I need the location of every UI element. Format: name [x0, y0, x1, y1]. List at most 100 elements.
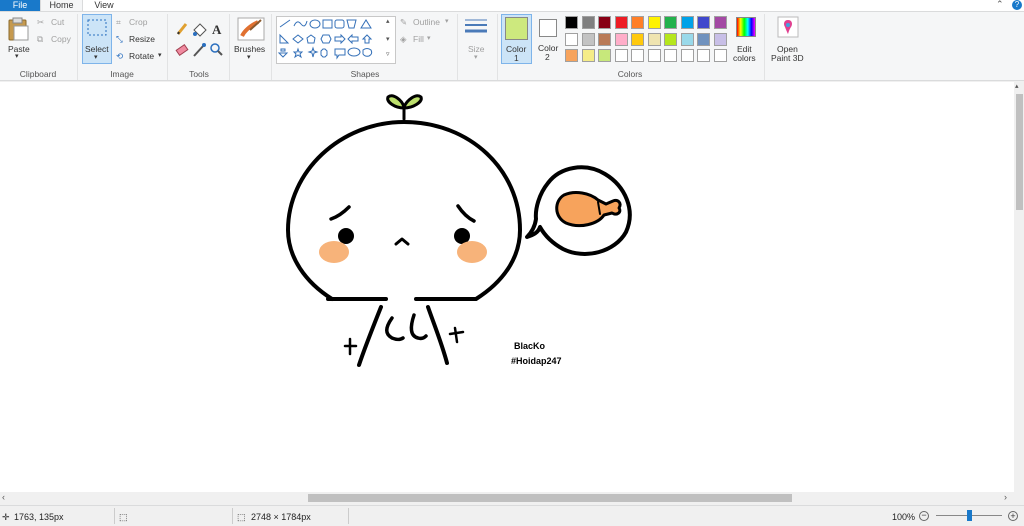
- scroll-up-icon[interactable]: ▴: [1015, 82, 1019, 90]
- palette-swatch[interactable]: [581, 49, 595, 62]
- divider: [271, 14, 272, 80]
- rotate-dropdown-icon[interactable]: ▾: [158, 51, 162, 59]
- size-button[interactable]: Size ▾: [462, 16, 492, 64]
- paste-button[interactable]: Paste ▾: [6, 16, 30, 61]
- clipboard-group-label: Clipboard: [19, 69, 57, 79]
- palette-swatch[interactable]: [614, 16, 628, 29]
- palette-swatch[interactable]: [664, 49, 677, 62]
- color2-button[interactable]: Color 2: [534, 14, 564, 64]
- palette-swatch[interactable]: [713, 49, 727, 62]
- tab-home[interactable]: Home: [40, 0, 83, 11]
- divider: [497, 14, 498, 80]
- divider: [114, 508, 115, 524]
- left-arm: [385, 316, 405, 342]
- zoom-slider-thumb[interactable]: [967, 510, 972, 521]
- shapes-icons: [277, 19, 373, 60]
- open-paint3d-button[interactable]: Open Paint 3D: [768, 16, 808, 64]
- palette-swatch[interactable]: [697, 32, 710, 46]
- scroll-left-icon[interactable]: ‹: [2, 492, 5, 502]
- palette-swatch[interactable]: [598, 16, 611, 29]
- status-bar: ✛ 1763, 135px ⬚ ⬚ 2748 × 1784px 100% − +: [0, 505, 1024, 526]
- size-dropdown-icon: ▾: [474, 54, 478, 61]
- palette-swatch[interactable]: [581, 16, 595, 29]
- palette-swatch[interactable]: [565, 49, 578, 62]
- palette-swatch[interactable]: [631, 32, 644, 46]
- zoom-out-icon[interactable]: −: [919, 511, 929, 521]
- copy-label: Copy: [51, 34, 71, 44]
- brush-icon: [237, 17, 265, 41]
- brushes-button[interactable]: Brushes ▾: [234, 16, 268, 64]
- palette-swatch[interactable]: [664, 16, 677, 29]
- resize-label: Resize: [129, 34, 155, 44]
- palette-swatch[interactable]: [647, 32, 661, 46]
- vertical-scrollbar[interactable]: ▴: [1014, 82, 1024, 492]
- cursor-position-icon: ✛: [2, 512, 10, 522]
- horizontal-scrollbar[interactable]: ‹ ›: [0, 492, 1014, 504]
- rotate-label: Rotate: [129, 51, 155, 61]
- palette-swatch[interactable]: [598, 32, 611, 46]
- palette-swatch[interactable]: [631, 49, 644, 62]
- palette-swatch[interactable]: [565, 16, 578, 29]
- palette-swatch[interactable]: [647, 49, 661, 62]
- palette-swatch[interactable]: [631, 16, 644, 29]
- tab-view[interactable]: View: [84, 0, 124, 11]
- paste-icon: [8, 17, 29, 41]
- shapes-scroll-down-icon[interactable]: ▾: [386, 35, 390, 43]
- fill-bucket-icon[interactable]: [193, 23, 207, 37]
- palette-swatch[interactable]: [664, 32, 677, 46]
- text-tool-icon[interactable]: A: [212, 22, 222, 37]
- shapes-scroll-up-icon[interactable]: ▴: [386, 17, 390, 25]
- horizontal-scroll-thumb[interactable]: [308, 494, 792, 502]
- palette-swatch[interactable]: [680, 32, 694, 46]
- brushes-dropdown-icon[interactable]: ▾: [247, 53, 251, 61]
- palette-swatch[interactable]: [647, 16, 661, 29]
- divider: [348, 508, 349, 524]
- select-button[interactable]: Select ▾: [82, 14, 112, 64]
- eraser-icon[interactable]: [175, 43, 189, 57]
- shapes-more-icon[interactable]: ▿: [386, 50, 390, 58]
- zoom-level: 100%: [892, 512, 916, 522]
- palette-swatch[interactable]: [565, 32, 578, 46]
- cut-label: Cut: [51, 17, 65, 27]
- color-picker-icon[interactable]: [193, 43, 206, 57]
- paste-dropdown-icon[interactable]: ▾: [15, 52, 19, 60]
- right-cheek: [457, 241, 487, 263]
- palette-swatch[interactable]: [614, 49, 628, 62]
- zoom-in-icon[interactable]: +: [1008, 511, 1018, 521]
- paint3d-line2: Paint 3D: [771, 53, 804, 63]
- divider: [232, 508, 233, 524]
- paint3d-icon: [777, 16, 799, 38]
- drawing-canvas[interactable]: BlacKo #Hoidap247: [0, 82, 1014, 492]
- color2-number: 2: [545, 52, 550, 62]
- divider: [77, 14, 78, 80]
- help-icon[interactable]: ?: [1012, 0, 1022, 10]
- palette-swatch[interactable]: [680, 49, 694, 62]
- divider: [229, 14, 230, 80]
- color1-button[interactable]: Color 1: [501, 14, 532, 64]
- palette-swatch[interactable]: [581, 32, 595, 46]
- color1-number: 1: [514, 53, 519, 63]
- outline-icon: ✎: [400, 17, 408, 27]
- vertical-scroll-thumb[interactable]: [1016, 94, 1023, 210]
- palette-swatch[interactable]: [713, 32, 727, 46]
- palette-swatch[interactable]: [697, 16, 710, 29]
- edit-colors-line2: colors: [733, 53, 756, 63]
- select-icon: [87, 19, 107, 36]
- scissors-icon: ✂: [37, 17, 45, 27]
- shapes-gallery[interactable]: [276, 16, 396, 64]
- palette-swatch[interactable]: [598, 49, 611, 62]
- palette-swatch[interactable]: [614, 32, 628, 46]
- rainbow-palette-icon: [736, 17, 756, 37]
- palette-swatch[interactable]: [680, 16, 694, 29]
- pencil-icon[interactable]: [176, 23, 188, 35]
- tab-file[interactable]: File: [0, 0, 40, 11]
- edit-colors-button[interactable]: Edit colors: [732, 16, 760, 64]
- right-leg: [426, 305, 449, 365]
- magnifier-icon[interactable]: [210, 43, 223, 56]
- palette-swatch[interactable]: [697, 49, 710, 62]
- collapse-ribbon-icon[interactable]: ⌃: [996, 0, 1004, 10]
- scroll-right-icon[interactable]: ›: [1004, 492, 1007, 502]
- palette-swatch[interactable]: [713, 16, 727, 29]
- select-dropdown-icon[interactable]: ▾: [94, 53, 98, 61]
- left-cheek: [319, 241, 349, 263]
